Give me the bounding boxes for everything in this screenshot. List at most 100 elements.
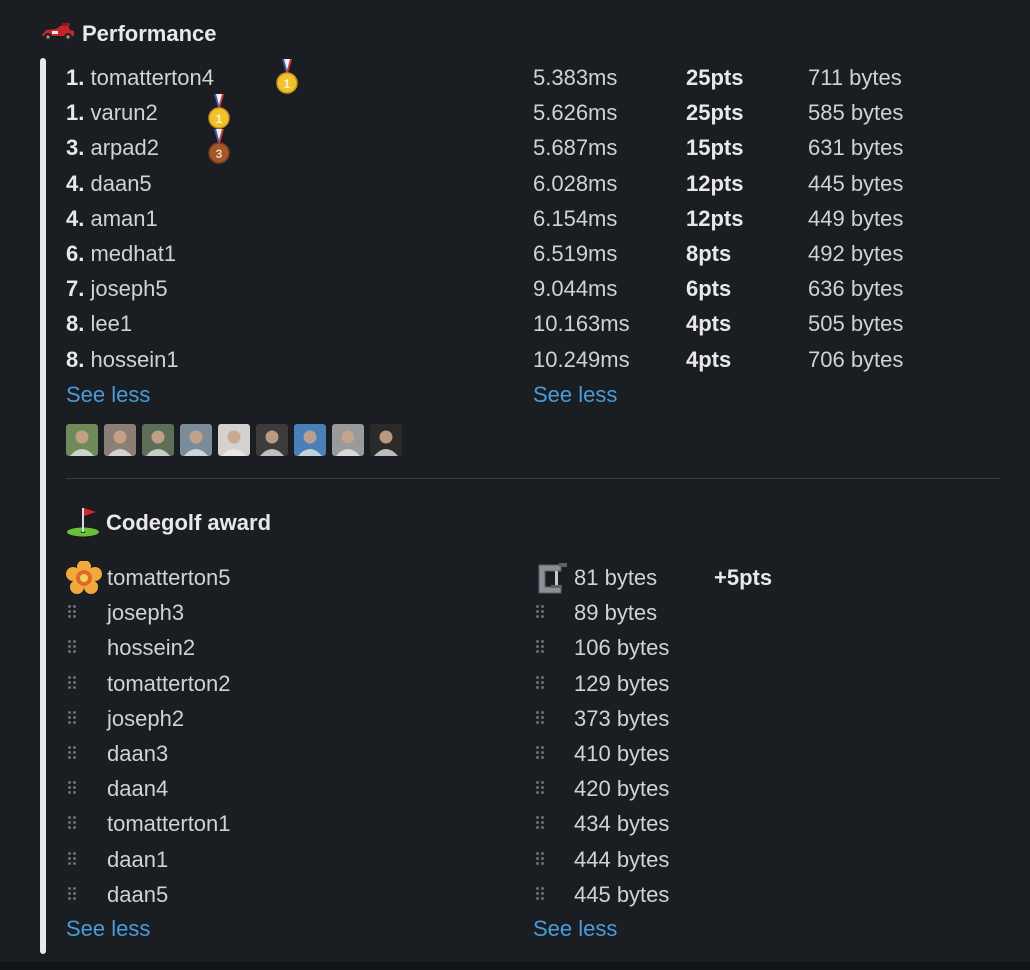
avatar[interactable]	[104, 424, 136, 456]
run-time: 9.044ms	[533, 276, 618, 301]
byte-count: 445 bytes	[808, 171, 904, 196]
avatar[interactable]	[218, 424, 250, 456]
run-time: 6.028ms	[533, 171, 618, 196]
byte-count: 420 bytes	[574, 776, 670, 801]
points: 25pts	[686, 100, 744, 125]
placeholder-emoji-icon	[536, 605, 546, 623]
rank-number: 4.	[66, 206, 85, 231]
section-divider	[66, 478, 1000, 479]
byte-count: 711 bytes	[808, 65, 902, 90]
byte-count: 631 bytes	[808, 135, 904, 160]
rank-number: 8.	[66, 347, 85, 372]
avatar[interactable]	[370, 424, 402, 456]
points: 6pts	[686, 276, 732, 301]
golfer-name: daan1	[107, 847, 169, 872]
avatar[interactable]	[142, 424, 174, 456]
points: 8pts	[686, 241, 732, 266]
placeholder-emoji-icon	[536, 887, 546, 905]
rosette-icon	[66, 560, 102, 600]
run-time: 5.383ms	[533, 65, 618, 90]
byte-count: 81 bytes	[574, 565, 658, 590]
byte-count: 449 bytes	[808, 206, 904, 231]
rank-number: 1.	[66, 100, 85, 125]
placeholder-emoji-icon	[68, 711, 78, 729]
placeholder-emoji-icon	[536, 711, 546, 729]
placeholder-emoji-icon	[68, 816, 78, 834]
golfer-name: daan3	[107, 741, 169, 766]
bonus-points: +5pts	[714, 565, 773, 590]
avatar[interactable]	[66, 424, 98, 456]
player-name: hossein1	[90, 347, 179, 372]
player-name: aman1	[90, 206, 158, 231]
points: 15pts	[686, 135, 744, 160]
run-time: 5.687ms	[533, 135, 618, 160]
see-less-link-names[interactable]: See less	[66, 382, 150, 408]
codegolf-header: Codegolf award	[66, 506, 271, 540]
points: 12pts	[686, 206, 744, 231]
byte-count: 492 bytes	[808, 241, 904, 266]
bronze-medal-icon: 3	[206, 129, 232, 170]
performance-title: Performance	[82, 21, 217, 46]
golfer-name: tomatterton2	[107, 671, 231, 696]
player-name: medhat1	[90, 241, 177, 266]
avatar[interactable]	[332, 424, 364, 456]
codegolf-title: Codegolf award	[106, 510, 272, 535]
placeholder-emoji-icon	[68, 887, 78, 905]
byte-count: 706 bytes	[808, 347, 904, 372]
points: 12pts	[686, 171, 744, 196]
performance-row-name: 4. daan5	[66, 167, 152, 201]
byte-count: 106 bytes	[574, 635, 670, 660]
rank-number: 4.	[66, 171, 85, 196]
performance-row-name: 4. aman1	[66, 202, 158, 236]
performance-header: Performance	[40, 20, 217, 48]
byte-count: 445 bytes	[574, 882, 670, 907]
placeholder-emoji-icon	[68, 605, 78, 623]
golfer-name: tomatterton1	[107, 811, 231, 836]
byte-count: 373 bytes	[574, 706, 670, 731]
placeholder-emoji-icon	[536, 640, 546, 658]
run-time: 10.163ms	[533, 311, 630, 336]
avatar[interactable]	[294, 424, 326, 456]
player-name: arpad2	[90, 135, 159, 160]
performance-row-name: 7. joseph5	[66, 272, 168, 306]
rank-number: 3.	[66, 135, 85, 160]
avatar[interactable]	[256, 424, 288, 456]
placeholder-emoji-icon	[536, 746, 546, 764]
player-name: tomatterton4	[90, 65, 214, 90]
avatar[interactable]	[180, 424, 212, 456]
svg-text:1: 1	[284, 77, 291, 91]
rank-number: 1.	[66, 65, 85, 90]
byte-count: 129 bytes	[574, 671, 670, 696]
avatar-strip	[66, 424, 402, 456]
clamp-icon	[533, 561, 569, 600]
placeholder-emoji-icon	[68, 781, 78, 799]
run-time: 5.626ms	[533, 100, 618, 125]
player-name: lee1	[90, 311, 133, 336]
player-name: daan5	[90, 171, 152, 196]
performance-row-name: 3. arpad2	[66, 131, 159, 165]
see-less-link-stats[interactable]: See less	[533, 382, 617, 408]
rank-number: 8.	[66, 311, 85, 336]
player-name: joseph5	[90, 276, 168, 301]
performance-row-name: 8. hossein1	[66, 343, 179, 377]
byte-count: 434 bytes	[574, 811, 670, 836]
performance-row-name: 1. tomatterton4	[66, 61, 214, 95]
golfer-name: daan5	[107, 882, 169, 907]
placeholder-emoji-icon	[68, 676, 78, 694]
placeholder-emoji-icon	[68, 746, 78, 764]
byte-count: 636 bytes	[808, 276, 904, 301]
performance-row-name: 6. medhat1	[66, 237, 176, 271]
placeholder-emoji-icon	[68, 640, 78, 658]
see-less-link-golf-bytes[interactable]: See less	[533, 916, 617, 942]
rank-number: 7.	[66, 276, 85, 301]
golfer-name: tomatterton5	[107, 565, 231, 590]
golfer-name: joseph3	[107, 600, 185, 625]
performance-row-name: 1. varun2	[66, 96, 158, 130]
byte-count: 444 bytes	[574, 847, 670, 872]
see-less-link-golf-names[interactable]: See less	[66, 916, 150, 942]
byte-count: 89 bytes	[574, 600, 658, 625]
golf-flag-icon	[66, 505, 100, 542]
rank-number: 6.	[66, 241, 85, 266]
run-time: 6.519ms	[533, 241, 618, 266]
placeholder-emoji-icon	[536, 781, 546, 799]
